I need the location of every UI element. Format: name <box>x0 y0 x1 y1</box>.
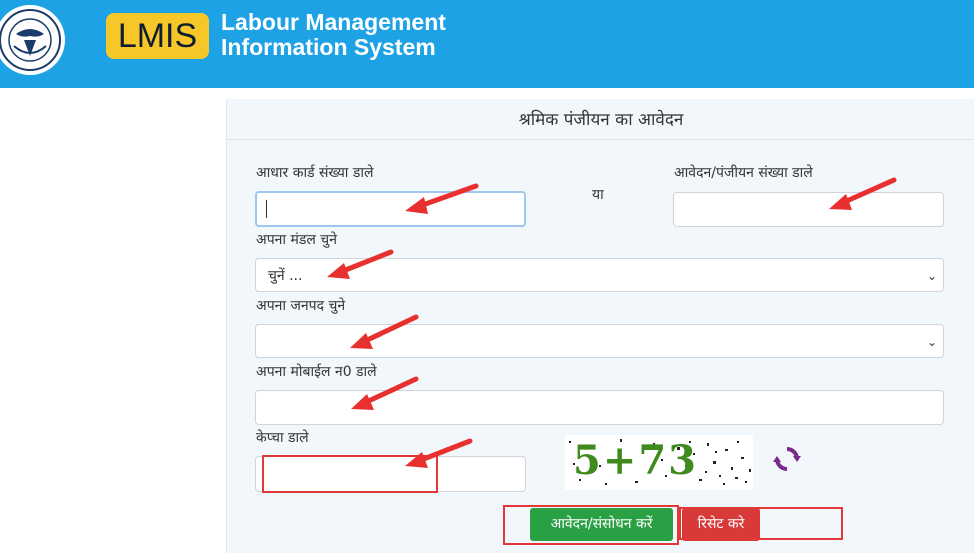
captcha-text: 5+73 <box>573 437 699 484</box>
application-number-label: आवेदन/पंजीयन संख्या डाले <box>674 165 813 181</box>
or-label: या <box>592 187 604 203</box>
captcha-label: केप्चा डाले <box>256 430 309 446</box>
aadhaar-label: आधार कार्ड संख्या डाले <box>256 165 374 181</box>
mandal-label: अपना मंडल चुने <box>256 232 337 248</box>
mobile-input[interactable] <box>255 390 944 425</box>
chevron-down-icon: ⌄ <box>926 335 937 349</box>
reset-highlight-box <box>679 507 843 540</box>
district-select[interactable]: ⌄ <box>255 324 944 358</box>
district-label: अपना जनपद चुने <box>256 298 346 314</box>
divider <box>227 139 974 140</box>
mobile-label: अपना मोबाईल न0 डाले <box>256 364 377 380</box>
captcha-image: 5+73 <box>565 435 753 490</box>
form-title: श्रमिक पंजीयन का आवेदन <box>518 110 684 130</box>
mandal-selected-value: चुनें ... <box>268 268 303 284</box>
lmis-logo: LMIS <box>106 13 209 59</box>
captcha-highlight-box <box>262 455 438 493</box>
text-cursor <box>266 200 267 218</box>
site-title-line1: Labour Management <box>221 9 446 35</box>
logo-text: LMIS <box>117 17 198 55</box>
application-number-input[interactable] <box>673 192 944 227</box>
refresh-icon[interactable] <box>772 444 802 474</box>
site-header: LMIS Labour Management Information Syste… <box>0 0 974 88</box>
aadhaar-input[interactable] <box>255 191 526 227</box>
mandal-select[interactable]: चुनें ... ⌄ <box>255 258 944 292</box>
site-title-line2: Information System <box>221 34 436 60</box>
state-emblem-icon <box>0 5 65 75</box>
submit-highlight-box <box>503 505 679 545</box>
chevron-down-icon: ⌄ <box>926 269 937 283</box>
